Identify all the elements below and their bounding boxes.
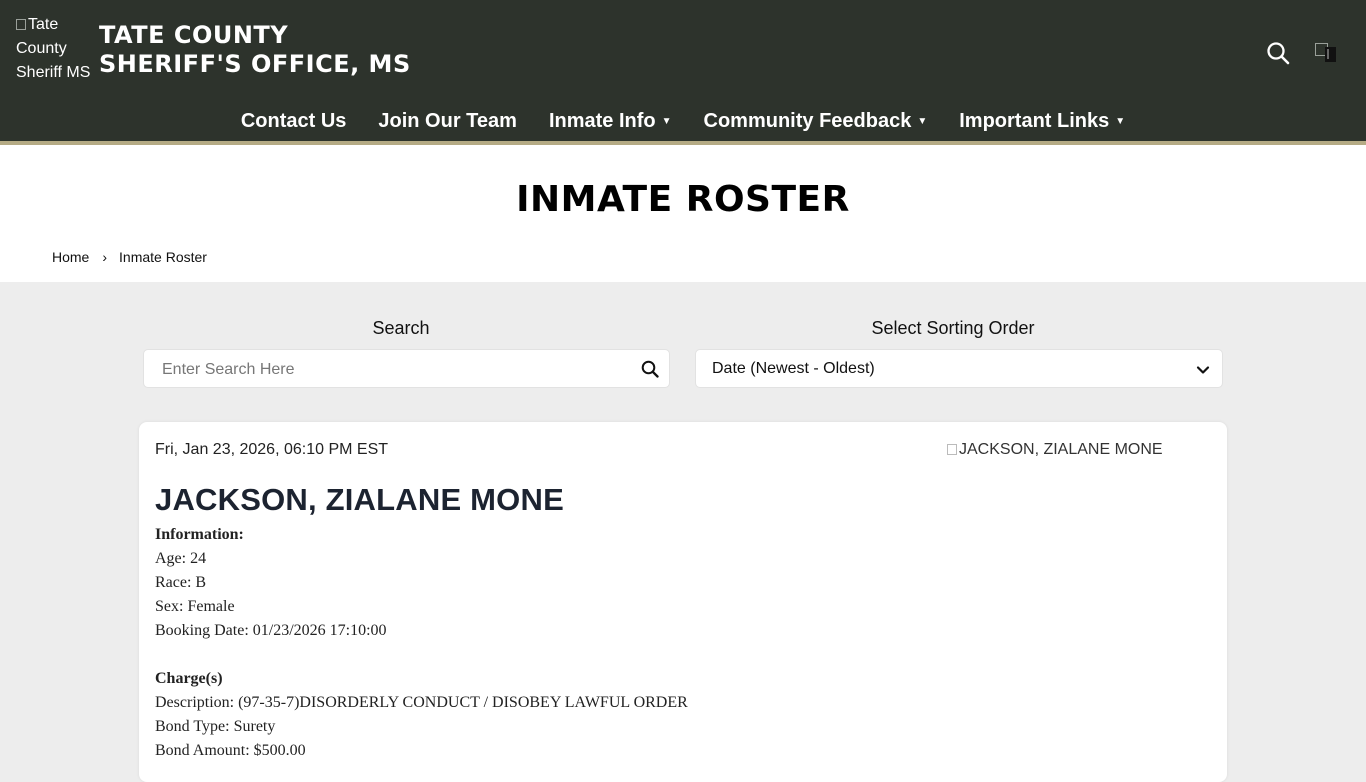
nav-label: Contact Us: [240, 109, 347, 132]
site-title[interactable]: TATE COUNTY SHERIFF'S OFFICE, MS: [99, 21, 411, 79]
charge-description: Description: (97-35-7)DISORDERLY CONDUCT…: [155, 694, 688, 711]
broken-image-icon: [947, 444, 957, 455]
inmate-photo-alt: JACKSON, ZIALANE MONE: [959, 441, 1163, 458]
roster-controls: Search Select Sorting Order Date (Newest…: [0, 282, 1366, 422]
site-title-line2: SHERIFF'S OFFICE, MS: [99, 50, 411, 78]
bond-type: Bond Type: Surety: [155, 718, 276, 735]
search-input[interactable]: [160, 358, 624, 382]
logo-alt-text: Tate County Sheriff MS: [16, 16, 91, 81]
search-field[interactable]: [143, 349, 670, 388]
booking-timestamp: Fri, Jan 23, 2026, 06:10 PM EST: [155, 441, 389, 458]
site-header: Tate County Sheriff MS TATE COUNTY SHERI…: [0, 0, 1366, 145]
nav-label: Inmate Info: [548, 109, 656, 132]
logo[interactable]: Tate County Sheriff MS: [16, 13, 96, 85]
caret-down-icon: ▼: [661, 115, 672, 127]
broken-image-icon[interactable]: [1315, 43, 1337, 63]
caret-down-icon: ▼: [917, 115, 928, 127]
inmate-race: Race: B: [155, 574, 207, 591]
inmate-sex: Sex: Female: [155, 598, 235, 615]
nav-label: Community Feedback: [703, 109, 912, 132]
inmate-photo: JACKSON, ZIALANE MONE: [947, 441, 1163, 459]
inmate-booking-date: Booking Date: 01/23/2026 17:10:00: [155, 622, 387, 639]
sort-select[interactable]: Date (Newest - Oldest): [695, 349, 1223, 388]
inmate-card[interactable]: Fri, Jan 23, 2026, 06:10 PM EST JACKSON,…: [139, 422, 1227, 782]
nav-join-our-team[interactable]: Join Our Team: [378, 110, 517, 133]
nav-contact-us[interactable]: Contact Us: [241, 110, 347, 133]
breadcrumb-home[interactable]: Home: [52, 249, 89, 265]
search-label: Search: [372, 318, 430, 338]
nav-label: Important Links: [959, 109, 1110, 132]
information-heading: Information:: [155, 526, 244, 543]
search-icon[interactable]: [1266, 41, 1290, 65]
breadcrumb-current: Inmate Roster: [119, 249, 207, 265]
caret-down-icon: ▼: [1115, 115, 1126, 127]
sort-selected-value: Date (Newest - Oldest): [712, 360, 875, 377]
charges-heading: Charge(s): [155, 670, 223, 687]
site-title-line1: TATE COUNTY: [99, 21, 289, 49]
page-title: INMATE ROSTER: [516, 179, 850, 220]
main-nav: Contact Us Join Our Team Inmate Info ▼ Co…: [0, 104, 1366, 138]
chevron-down-icon: [1196, 366, 1210, 374]
broken-image-icon: [16, 19, 26, 30]
nav-inmate-info[interactable]: Inmate Info ▼: [549, 110, 672, 133]
nav-important-links[interactable]: Important Links ▼: [959, 110, 1125, 133]
search-icon[interactable]: [641, 360, 659, 378]
breadcrumb: Home › Inmate Roster: [52, 249, 207, 265]
inmate-details: Information: Age: 24 Race: B Sex: Female…: [155, 523, 688, 763]
inmate-age: Age: 24: [155, 550, 207, 567]
sort-label: Select Sorting Order: [871, 318, 1035, 338]
nav-community-feedback[interactable]: Community Feedback ▼: [704, 110, 928, 133]
inmate-name[interactable]: JACKSON, ZIALANE MONE: [155, 482, 564, 518]
nav-label: Join Our Team: [378, 109, 517, 132]
bond-amount: Bond Amount: $500.00: [155, 742, 306, 759]
chevron-right-icon: ›: [102, 249, 108, 265]
page-banner: INMATE ROSTER Home › Inmate Roster: [0, 145, 1366, 282]
